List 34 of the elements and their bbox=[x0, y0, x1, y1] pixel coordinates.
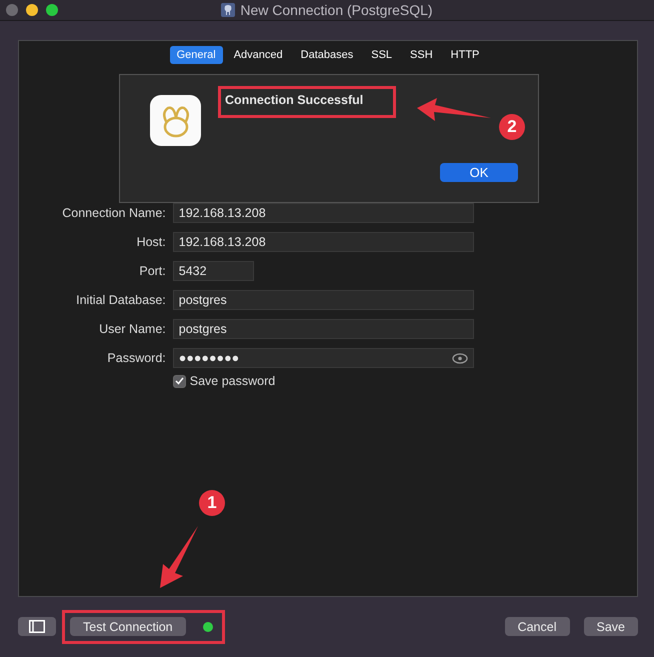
input-field[interactable]: 5432 bbox=[172, 261, 254, 281]
field-label: Connection Name: bbox=[62, 206, 166, 220]
input-field[interactable]: 192.168.13.208 bbox=[172, 232, 474, 252]
password-field[interactable]: ●●●●●●●● bbox=[172, 348, 474, 368]
field-label: Host: bbox=[136, 235, 166, 249]
eye-icon[interactable] bbox=[452, 352, 468, 364]
field-label: Initial Database: bbox=[75, 293, 166, 307]
field-label: Password: bbox=[106, 351, 166, 365]
ok-button[interactable]: OK bbox=[440, 163, 518, 182]
test-connection-button[interactable]: Test Connection bbox=[70, 617, 186, 636]
minimize-button[interactable] bbox=[26, 4, 38, 16]
close-button[interactable] bbox=[6, 4, 18, 16]
elephant-icon bbox=[221, 3, 236, 17]
field-label: Port: bbox=[138, 264, 166, 278]
cancel-button[interactable]: Cancel bbox=[504, 617, 570, 636]
window-title: New Connection (PostgreSQL) bbox=[240, 2, 433, 18]
tab[interactable]: General bbox=[170, 46, 223, 64]
zoom-button[interactable] bbox=[46, 4, 58, 16]
dialog-message: Connection Successful bbox=[225, 93, 364, 107]
tab[interactable]: HTTP bbox=[444, 46, 486, 64]
tab[interactable]: SSH bbox=[403, 46, 440, 64]
sidebar-icon bbox=[29, 620, 45, 633]
input-field[interactable]: postgres bbox=[172, 290, 474, 310]
input-field[interactable]: postgres bbox=[172, 319, 474, 339]
checkbox-label: Save password bbox=[190, 374, 276, 388]
app-icon bbox=[150, 95, 201, 146]
tab[interactable]: Advanced bbox=[226, 46, 290, 64]
tab[interactable]: Databases bbox=[294, 46, 360, 64]
sidebar-toggle-button[interactable] bbox=[18, 617, 56, 636]
field-label: User Name: bbox=[98, 322, 166, 336]
input-field[interactable]: 192.168.13.208 bbox=[172, 203, 474, 223]
checkbox[interactable] bbox=[172, 374, 186, 388]
save-button[interactable]: Save bbox=[584, 617, 638, 636]
tab[interactable]: SSL bbox=[364, 46, 400, 64]
